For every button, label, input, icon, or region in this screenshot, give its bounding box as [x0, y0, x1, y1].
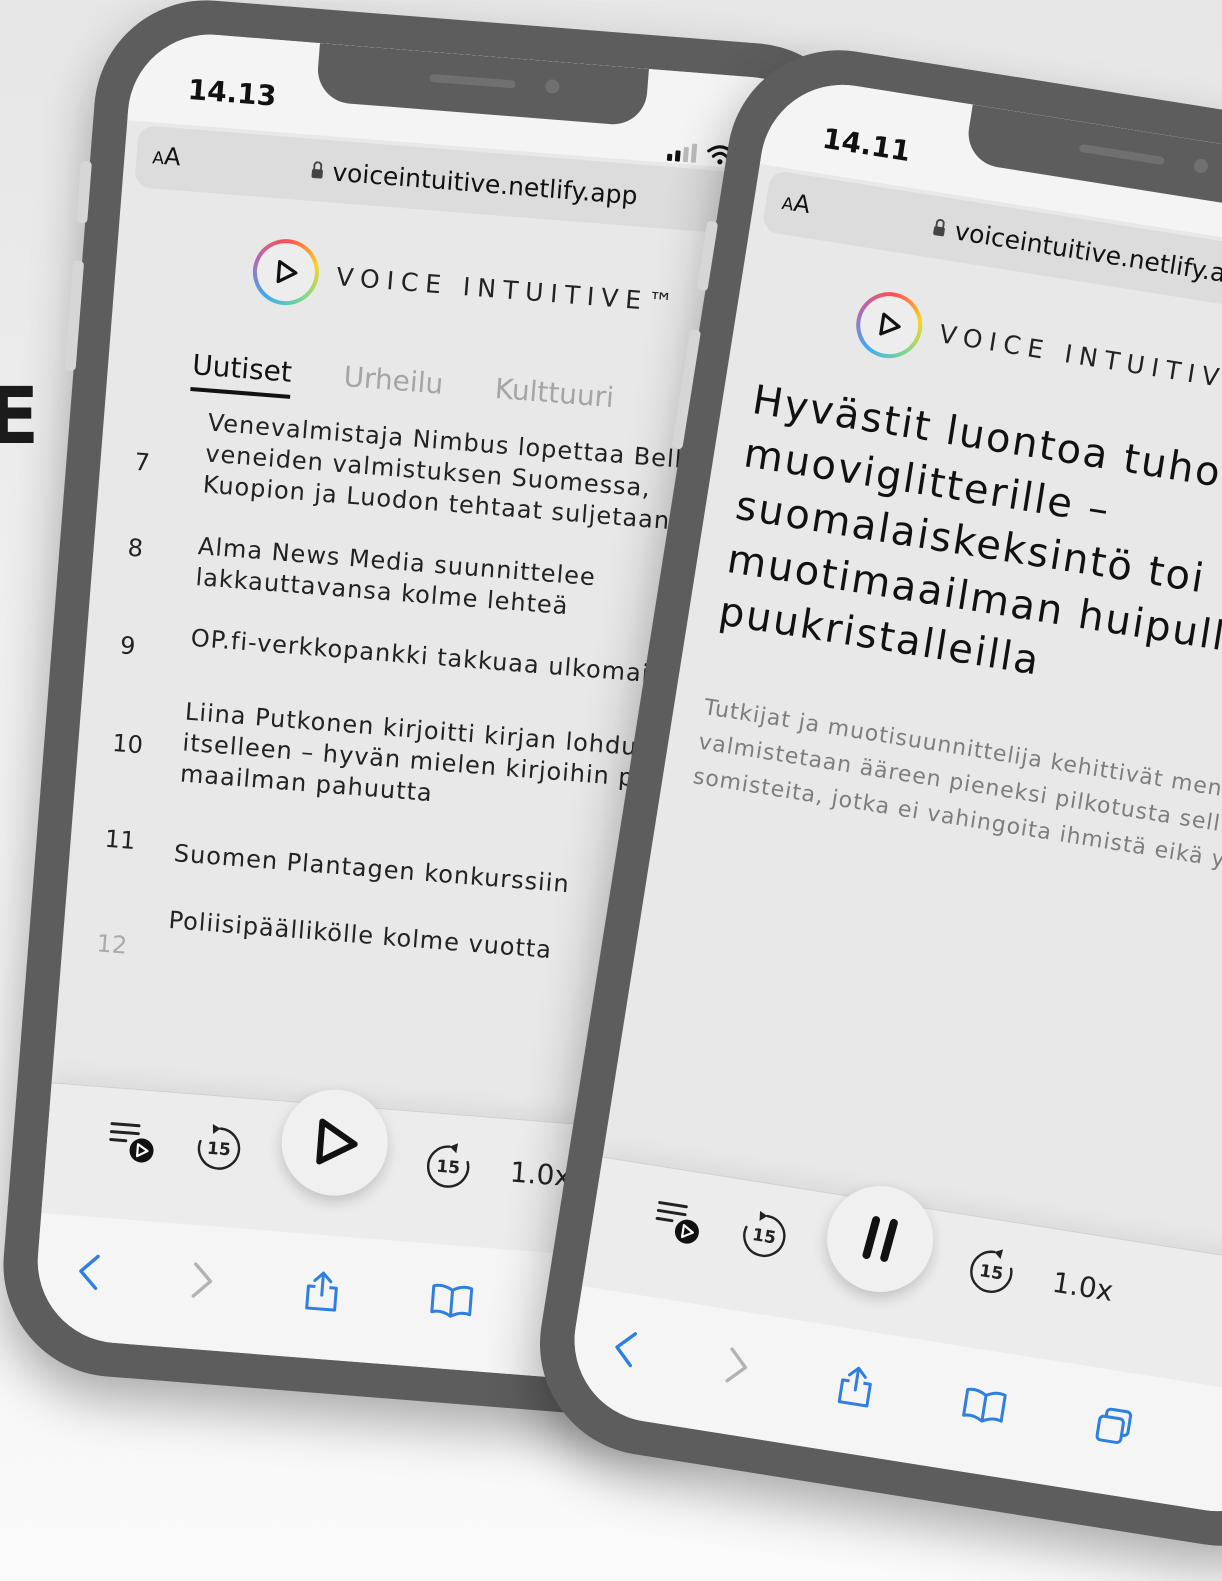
background-edge-text: E — [0, 372, 40, 462]
playlist-button[interactable] — [650, 1197, 706, 1248]
share-icon[interactable] — [834, 1361, 877, 1413]
news-number: 12 — [95, 929, 129, 960]
share-icon[interactable] — [302, 1268, 342, 1318]
news-number: 8 — [126, 533, 145, 563]
tabs-icon[interactable] — [1091, 1403, 1138, 1454]
bookmarks-icon[interactable] — [428, 1281, 475, 1325]
svg-text:15: 15 — [206, 1139, 231, 1161]
news-number: 9 — [119, 631, 137, 661]
status-time: 14.11 — [820, 121, 913, 169]
news-number: 7 — [133, 447, 151, 477]
svg-text:15: 15 — [436, 1157, 461, 1179]
reader-text-size-button[interactable]: AA — [780, 187, 812, 219]
playback-speed-button[interactable]: 1.0x — [1050, 1265, 1116, 1307]
pause-button[interactable] — [819, 1178, 941, 1300]
forward-15-button[interactable]: 15 — [959, 1240, 1023, 1304]
lock-icon — [310, 168, 323, 179]
news-number: 10 — [111, 728, 144, 760]
playlist-button[interactable] — [106, 1118, 159, 1166]
brand-name: VOICE INTUITIVE™ — [937, 318, 1222, 402]
brand-name: VOICE INTUITIVE™ — [335, 261, 682, 318]
back-icon[interactable] — [609, 1328, 639, 1374]
side-button — [76, 160, 92, 224]
back-icon[interactable] — [75, 1252, 102, 1297]
player-controls: 15 15 1.0x — [104, 1085, 574, 1214]
status-time: 14.13 — [186, 72, 278, 113]
rewind-15-button[interactable]: 15 — [732, 1204, 796, 1268]
tab-uutiset[interactable]: Uutiset — [190, 348, 294, 399]
play-button[interactable] — [277, 1085, 392, 1200]
news-item[interactable]: 7 Venevalmistaja Nimbus lopettaa Bella-v… — [132, 402, 761, 544]
volume-button — [64, 260, 85, 371]
voice-intuitive-logo-icon — [851, 287, 927, 363]
signal-icon — [666, 141, 698, 163]
voice-intuitive-logo-icon — [250, 236, 322, 308]
rewind-15-button[interactable]: 15 — [189, 1118, 249, 1178]
forward-icon[interactable] — [722, 1346, 752, 1392]
forward-15-button[interactable]: 15 — [418, 1136, 478, 1196]
forward-icon[interactable] — [189, 1261, 216, 1306]
player-controls: 15 15 1.0x — [648, 1178, 1119, 1329]
svg-text:15: 15 — [751, 1225, 778, 1248]
news-number: 11 — [103, 824, 137, 855]
lock-icon — [932, 225, 946, 237]
svg-text:15: 15 — [978, 1261, 1005, 1284]
article-title: Hyvästit luontoa tuhoaville muoviglitter… — [715, 377, 1222, 685]
tab-urheilu[interactable]: Urheilu — [342, 360, 444, 411]
article-lead: Tutkijat ja muotisuunnittelija kehittivä… — [691, 695, 1222, 894]
tab-kulttuuri[interactable]: Kulttuuri — [493, 372, 615, 424]
bookmarks-icon[interactable] — [959, 1384, 1009, 1431]
